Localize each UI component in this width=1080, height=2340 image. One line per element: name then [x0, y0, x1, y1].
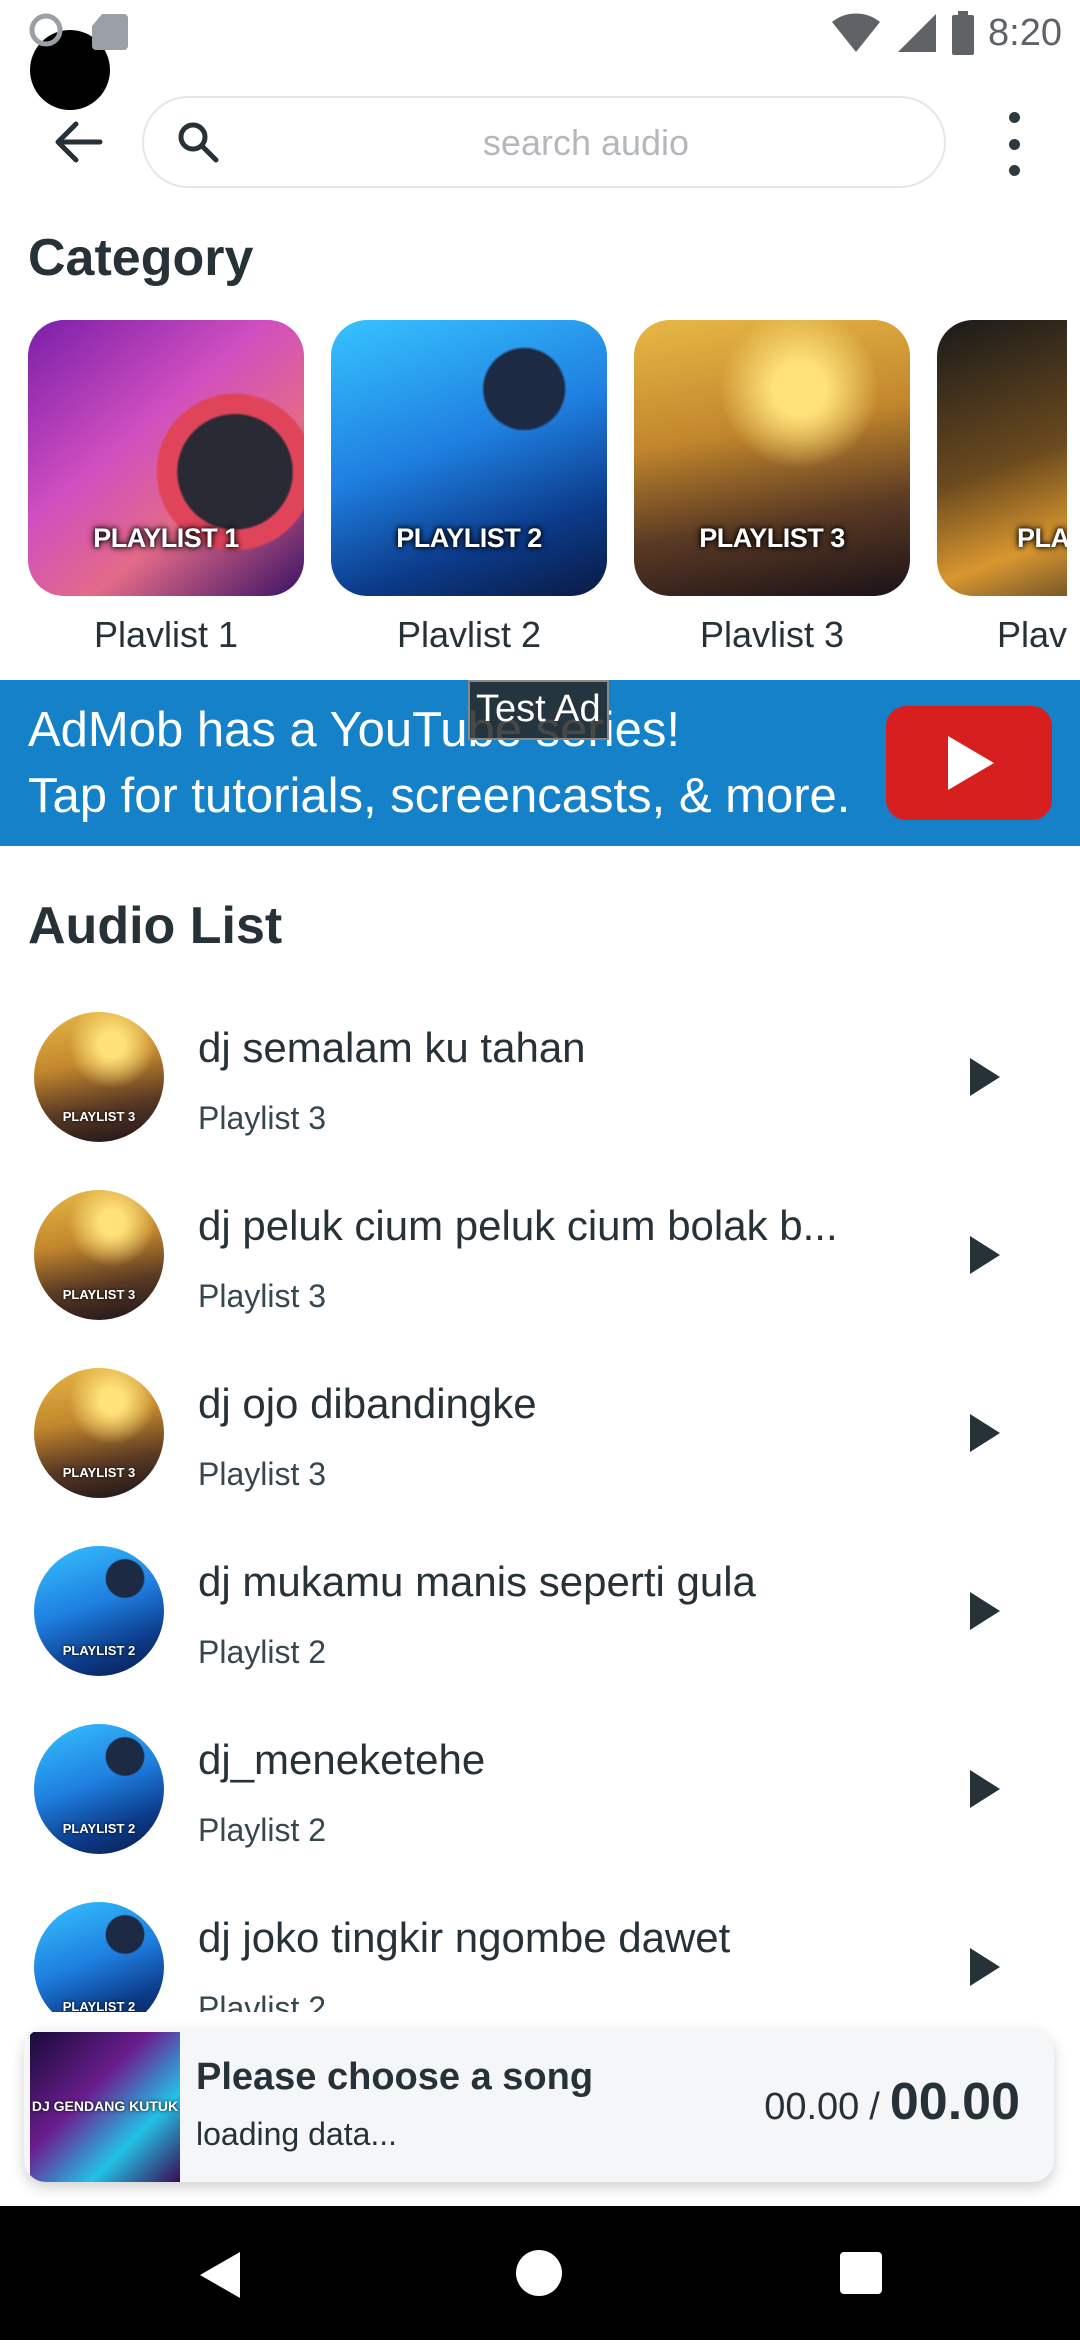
category-heading: Category [28, 229, 254, 287]
list-item[interactable]: PLAYLIST 2 dj joko tingkir ngombe dawet … [0, 1902, 1080, 2012]
more-options-icon[interactable] [992, 112, 1036, 176]
category-item-playlist-2[interactable]: PLAYLIST 2 Plavlist 2 [331, 320, 607, 656]
play-icon[interactable] [970, 1770, 1000, 1808]
search-bar[interactable] [142, 96, 946, 188]
song-thumbnail: PLAYLIST 3 [34, 1190, 164, 1320]
player-time: 00.00 / 00.00 [764, 2072, 1020, 2132]
song-thumbnail: PLAYLIST 2 [34, 1546, 164, 1676]
category-thumbnail: PLAYLIST 2 [331, 320, 607, 596]
song-thumbnail: PLAYLIST 3 [34, 1368, 164, 1498]
category-label: Plavlist 3 [699, 614, 845, 655]
play-icon[interactable] [970, 1592, 1000, 1630]
status-bar: 8:20 [0, 0, 1080, 110]
list-item[interactable]: PLAYLIST 3 dj peluk cium peluk cium bola… [0, 1190, 1080, 1368]
nav-recents-icon[interactable] [840, 2252, 882, 2294]
song-thumbnail: PLAYLIST 3 [34, 1012, 164, 1142]
song-playlist: Playlist 2 [198, 1812, 327, 1848]
ad-line-2: Tap for tutorials, screencasts, & more. [28, 769, 851, 823]
play-icon[interactable] [970, 1948, 1000, 1986]
category-item-playlist-1[interactable]: PLAYLIST 1 Plavlist 1 [28, 320, 304, 656]
player-status: loading data... [196, 2116, 398, 2152]
song-playlist: Plavlist 2 [198, 1990, 327, 2012]
category-label: Plav [997, 614, 1067, 655]
song-title: dj semalam ku tahan [198, 1024, 586, 1071]
play-icon[interactable] [970, 1414, 1000, 1452]
current-time: 00.00 [764, 2086, 860, 2128]
album-cover: DJ GENDANG KUTUK [30, 2032, 180, 2182]
category-thumbnail: PLAYLIST 1 [28, 320, 304, 596]
audio-list-heading: Audio List [28, 897, 283, 955]
category-thumbnail: PLAYLIST 3 [634, 320, 910, 596]
list-item[interactable]: PLAYLIST 2 dj_meneketehe Playlist 2 [0, 1724, 1080, 1902]
song-playlist: Playlist 3 [198, 1456, 327, 1492]
time-separator: / [869, 2086, 880, 2128]
total-time: 00.00 [889, 2073, 1020, 2131]
test-ad-badge: Test Ad [468, 680, 609, 740]
song-thumbnail: PLAYLIST 2 [34, 1724, 164, 1854]
status-time: 8:20 [988, 11, 1062, 54]
notification-icons [24, 8, 134, 63]
category-label: Plavlist 1 [93, 614, 239, 655]
system-nav-bar [0, 2206, 1080, 2340]
category-label: Plavlist 2 [396, 614, 542, 655]
song-playlist: Playlist 2 [198, 1634, 327, 1670]
list-item[interactable]: PLAYLIST 3 dj semalam ku tahan Playlist … [0, 1012, 1080, 1190]
song-thumbnail: PLAYLIST 2 [34, 1902, 164, 2012]
category-thumbnail: PLAY [937, 320, 1067, 596]
nav-back-icon[interactable] [200, 2252, 240, 2298]
search-icon [174, 118, 222, 166]
mini-player[interactable]: DJ GENDANG KUTUK Please choose a song lo… [24, 2028, 1054, 2182]
signal-icon [898, 14, 937, 52]
song-playlist: Playlist 3 [198, 1278, 327, 1314]
song-title: dj peluk cium peluk cium bolak b... [198, 1202, 838, 1249]
list-item[interactable]: PLAYLIST 2 dj mukamu manis seperti gula … [0, 1546, 1080, 1724]
search-input[interactable] [244, 98, 928, 188]
back-button[interactable] [48, 112, 108, 172]
play-icon[interactable] [970, 1058, 1000, 1096]
song-title: dj mukamu manis seperti gula [198, 1558, 756, 1605]
category-carousel[interactable]: PLAYLIST 1 Plavlist 1 PLAYLIST 2 Plavlis… [0, 320, 1080, 670]
nav-home-icon[interactable] [516, 2250, 562, 2296]
category-item-playlist-3[interactable]: PLAYLIST 3 Plavlist 3 [634, 320, 910, 656]
player-title: Please choose a song [196, 2056, 594, 2098]
audio-list[interactable]: PLAYLIST 3 dj semalam ku tahan Playlist … [0, 1012, 1080, 2012]
song-playlist: Playlist 3 [198, 1100, 327, 1136]
list-item[interactable]: PLAYLIST 3 dj ojo dibandingke Playlist 3 [0, 1368, 1080, 1546]
category-item-playlist-4[interactable]: PLAY Plav [937, 320, 1067, 656]
youtube-play-icon [886, 706, 1052, 820]
wifi-icon [832, 13, 881, 52]
battery-icon [952, 11, 975, 55]
arrow-back-icon [55, 121, 103, 163]
play-icon[interactable] [970, 1236, 1000, 1274]
song-title: dj joko tingkir ngombe dawet [198, 1914, 731, 1961]
song-title: dj_meneketehe [198, 1736, 486, 1783]
system-status: 8:20 [830, 8, 1062, 58]
song-title: dj ojo dibandingke [198, 1380, 537, 1427]
